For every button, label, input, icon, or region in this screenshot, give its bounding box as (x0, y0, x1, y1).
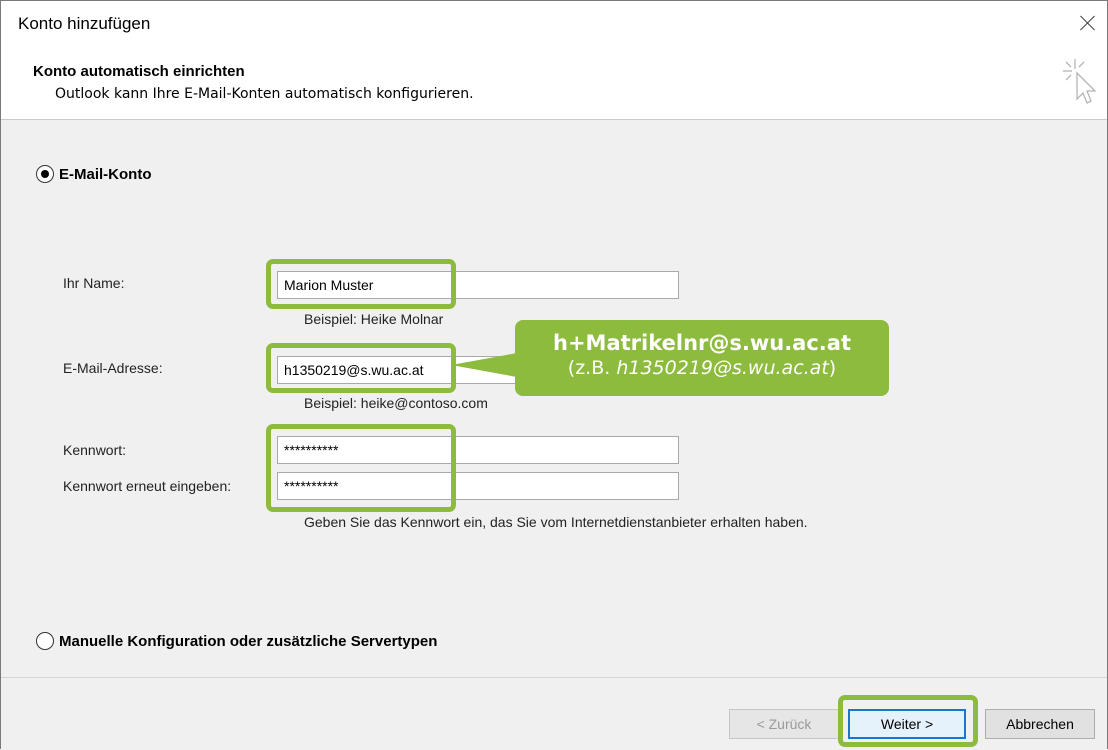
wizard-content: E-Mail-Konto Ihr Name: Beispiel: Heike M… (1, 120, 1107, 677)
header-subtitle: Outlook kann Ihre E-Mail-Konten automati… (55, 86, 474, 102)
wizard-header: Konto automatisch einrichten Outlook kan… (1, 47, 1107, 120)
back-button[interactable]: < Zurück (729, 709, 839, 739)
email-hint: Beispiel: heike@contoso.com (304, 395, 488, 411)
callout-main-text: h+Matrikelnr@s.wu.ac.at (553, 331, 851, 355)
callout-sub-suffix: ) (828, 357, 837, 379)
email-account-label[interactable]: E-Mail-Konto (59, 166, 151, 183)
callout-sub-prefix: (z.B. (567, 357, 617, 379)
title-bar: Konto hinzufügen (1, 1, 1107, 47)
callout-pointer (451, 353, 517, 377)
name-label: Ihr Name: (63, 275, 125, 291)
password-label: Kennwort: (63, 442, 127, 458)
name-hint: Beispiel: Heike Molnar (304, 311, 444, 327)
manual-config-radio[interactable] (36, 632, 54, 650)
callout-sub-example: h1350219@s.wu.ac.at (616, 357, 829, 379)
manual-config-label[interactable]: Manuelle Konfiguration oder zusätzliche … (59, 633, 437, 650)
cursor-click-icon (1063, 59, 1097, 104)
email-label: E-Mail-Adresse: (63, 360, 163, 376)
email-format-callout: h+Matrikelnr@s.wu.ac.at (z.B. h1350219@s… (515, 320, 889, 396)
close-icon[interactable] (1071, 7, 1105, 39)
password-repeat-input[interactable] (277, 472, 679, 500)
header-title: Konto automatisch einrichten (33, 63, 245, 80)
name-input[interactable] (277, 271, 679, 299)
password-input[interactable] (277, 436, 679, 464)
email-account-radio[interactable] (36, 165, 54, 183)
password-repeat-label: Kennwort erneut eingeben: (63, 478, 232, 494)
callout-sub-text: (z.B. h1350219@s.wu.ac.at) (515, 357, 889, 379)
next-button[interactable]: Weiter > (848, 709, 966, 739)
cancel-button[interactable]: Abbrechen (985, 709, 1095, 739)
wizard-footer: < Zurück Weiter > Abbrechen (1, 677, 1107, 750)
add-account-dialog: Konto hinzufügen Konto automatisch einri… (0, 0, 1108, 750)
password-hint: Geben Sie das Kennwort ein, das Sie vom … (304, 514, 808, 530)
window-title: Konto hinzufügen (18, 14, 151, 33)
